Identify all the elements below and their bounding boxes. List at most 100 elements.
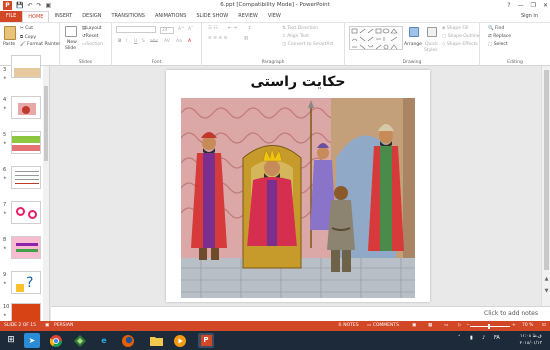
question-mark-icon: ? — [26, 275, 34, 291]
normal-view-icon[interactable]: ▣ — [412, 321, 416, 331]
format-painter-button[interactable]: 🖌 Format Painter — [20, 42, 60, 47]
new-slide-button[interactable]: New — [67, 40, 77, 45]
new-slide-button-line2[interactable]: Slide — [65, 46, 76, 51]
tab-home[interactable]: HOME — [22, 11, 50, 22]
indent-icons[interactable]: ⇤ ⇥ — [228, 26, 237, 31]
font-size-select[interactable]: 24 — [160, 27, 174, 34]
windows-start-icon[interactable]: ⊞ — [3, 333, 19, 348]
strikethrough-button[interactable]: abc — [150, 39, 158, 44]
italic-button[interactable]: I — [126, 39, 127, 44]
shapes-gallery[interactable] — [349, 26, 403, 50]
firefox-icon[interactable] — [120, 333, 136, 348]
zoom-in-icon[interactable]: + — [512, 321, 516, 331]
map-app-icon[interactable] — [72, 333, 88, 348]
spacing-button[interactable]: AV — [164, 39, 170, 44]
underline-button[interactable]: U — [134, 39, 137, 44]
volume-icon[interactable]: ♪ — [482, 335, 485, 341]
arrange-button[interactable]: Arrange — [404, 42, 422, 47]
window-controls: ? — ❐ ✕ — [507, 0, 548, 11]
notes-placeholder[interactable]: Click to add notes — [484, 310, 538, 317]
change-case-button[interactable]: Aa — [176, 39, 182, 44]
tab-view[interactable]: VIEW — [263, 11, 286, 22]
layout-button[interactable]: ▤Layout — [82, 26, 102, 31]
shape-effects-button[interactable]: ◇ Shape Effects — [442, 42, 478, 47]
tab-animations[interactable]: ANIMATIONS — [150, 11, 191, 22]
fit-slide-icon[interactable]: ⊡ — [542, 321, 546, 331]
paste-icon[interactable] — [4, 26, 16, 40]
next-slide-icon[interactable]: ▼ — [543, 288, 550, 295]
copy-button[interactable]: ⧉ Copy — [20, 34, 36, 40]
paste-button[interactable]: Paste — [3, 42, 15, 47]
zoom-slider-knob[interactable] — [488, 324, 490, 329]
font-name-select[interactable] — [116, 26, 156, 33]
thumbnail-scrollbar[interactable] — [43, 66, 49, 321]
animation-star-icon: ★ — [3, 210, 7, 215]
restore-icon[interactable]: ❐ — [531, 0, 536, 11]
network-icon[interactable]: ▮ — [470, 335, 473, 341]
sign-in-link[interactable]: Sign in — [521, 11, 538, 22]
close-icon[interactable]: ✕ — [543, 0, 548, 11]
new-slide-icon[interactable] — [65, 26, 77, 37]
comments-button[interactable]: ▭ COMMENTS — [367, 321, 399, 331]
help-icon[interactable]: ? — [507, 0, 510, 11]
shadow-button[interactable]: S — [142, 39, 145, 44]
tab-slide-show[interactable]: SLIDE SHOW — [191, 11, 233, 22]
spelling-icon[interactable]: ▣ — [45, 321, 49, 331]
quick-styles-button[interactable]: Quick — [425, 42, 438, 47]
quick-styles-button-line2[interactable]: Styles — [424, 48, 438, 53]
zoom-level[interactable]: 70 % — [522, 321, 533, 331]
current-slide[interactable]: حكايت راستی — [166, 70, 430, 302]
cut-button[interactable]: ✂ Cut — [20, 26, 33, 31]
language-bar-icon[interactable]: FA — [494, 335, 500, 341]
shape-outline-button[interactable]: ▢ Shape Outline — [442, 34, 480, 39]
zoom-slider[interactable] — [470, 326, 510, 327]
title-bar: P 💾 ↶ ↷ ▣ 6.ppt [Compatibility Mode] - P… — [0, 0, 550, 11]
grow-font-icon[interactable]: A^ — [178, 27, 185, 32]
tab-file[interactable]: FILE — [0, 11, 23, 22]
tray-up-icon[interactable]: ˄ — [458, 335, 461, 341]
bold-button[interactable]: B — [118, 39, 121, 44]
tab-transitions[interactable]: TRANSITIONS — [106, 11, 150, 22]
scrollbar-thumb[interactable] — [544, 70, 549, 270]
media-player-icon[interactable] — [172, 333, 188, 348]
language-indicator[interactable]: PERSIAN — [54, 321, 73, 331]
shrink-font-icon[interactable]: Aˇ — [188, 27, 193, 32]
canvas-scrollbar[interactable]: ▲ ▼ — [541, 66, 550, 306]
align-text-button[interactable]: ⇳ Align Text — [282, 34, 309, 39]
bullets-icon[interactable]: ☰ ☷ — [208, 26, 218, 31]
taskbar-clock[interactable]: ۱۱:۰۸ ق.ظ ۲۰۱۸/۰۱/۱۳ — [520, 333, 542, 347]
tab-review[interactable]: REVIEW — [233, 11, 263, 22]
tab-design[interactable]: DESIGN — [77, 11, 106, 22]
replace-button[interactable]: ⇄ Replace — [488, 34, 511, 39]
smartart-button[interactable]: ◫ Convert to SmartArt — [282, 42, 333, 47]
slide-title[interactable]: حكايت راستی — [166, 74, 430, 90]
shape-fill-button[interactable]: ◈ Shape Fill — [442, 26, 468, 31]
notes-pane[interactable]: Click to add notes — [51, 306, 550, 321]
powerpoint-taskbar-icon[interactable]: P — [198, 333, 214, 348]
reading-view-icon[interactable]: ▭ — [444, 321, 448, 331]
thumbnail-image — [11, 201, 41, 224]
notes-button[interactable]: ≜ NOTES — [338, 321, 359, 331]
chrome-icon[interactable] — [48, 333, 64, 348]
internet-explorer-icon[interactable]: e — [96, 333, 112, 348]
tab-insert[interactable]: INSERT — [49, 11, 77, 22]
slide-sorter-icon[interactable]: ▦ — [428, 321, 432, 331]
section-button[interactable]: ▭Section — [82, 42, 103, 47]
prev-slide-icon[interactable]: ▲ — [543, 276, 550, 283]
telegram-icon[interactable]: ➤ — [24, 333, 40, 348]
text-direction-button[interactable]: ⇅ Text Direction — [282, 26, 318, 31]
find-button[interactable]: 🔍 Find — [488, 26, 504, 31]
align-icons[interactable]: ≡ ≡ ≡ ≡ — [208, 36, 227, 41]
file-explorer-icon[interactable] — [148, 333, 164, 348]
reset-button[interactable]: ↺Reset — [82, 34, 98, 39]
line-spacing-icon[interactable]: ↕ — [248, 26, 252, 31]
text-direction-icon: ⇅ — [282, 26, 286, 31]
select-button[interactable]: ⬚ Select — [488, 42, 508, 47]
quick-styles-icon[interactable] — [427, 27, 437, 37]
scrollbar-thumb[interactable] — [44, 86, 48, 161]
minimize-icon[interactable]: — — [518, 0, 524, 11]
columns-icon[interactable]: ▥ — [244, 36, 248, 41]
slideshow-view-icon[interactable]: ▷ — [458, 321, 461, 331]
arrange-icon[interactable] — [409, 27, 419, 37]
font-color-icon[interactable]: A — [188, 39, 191, 44]
